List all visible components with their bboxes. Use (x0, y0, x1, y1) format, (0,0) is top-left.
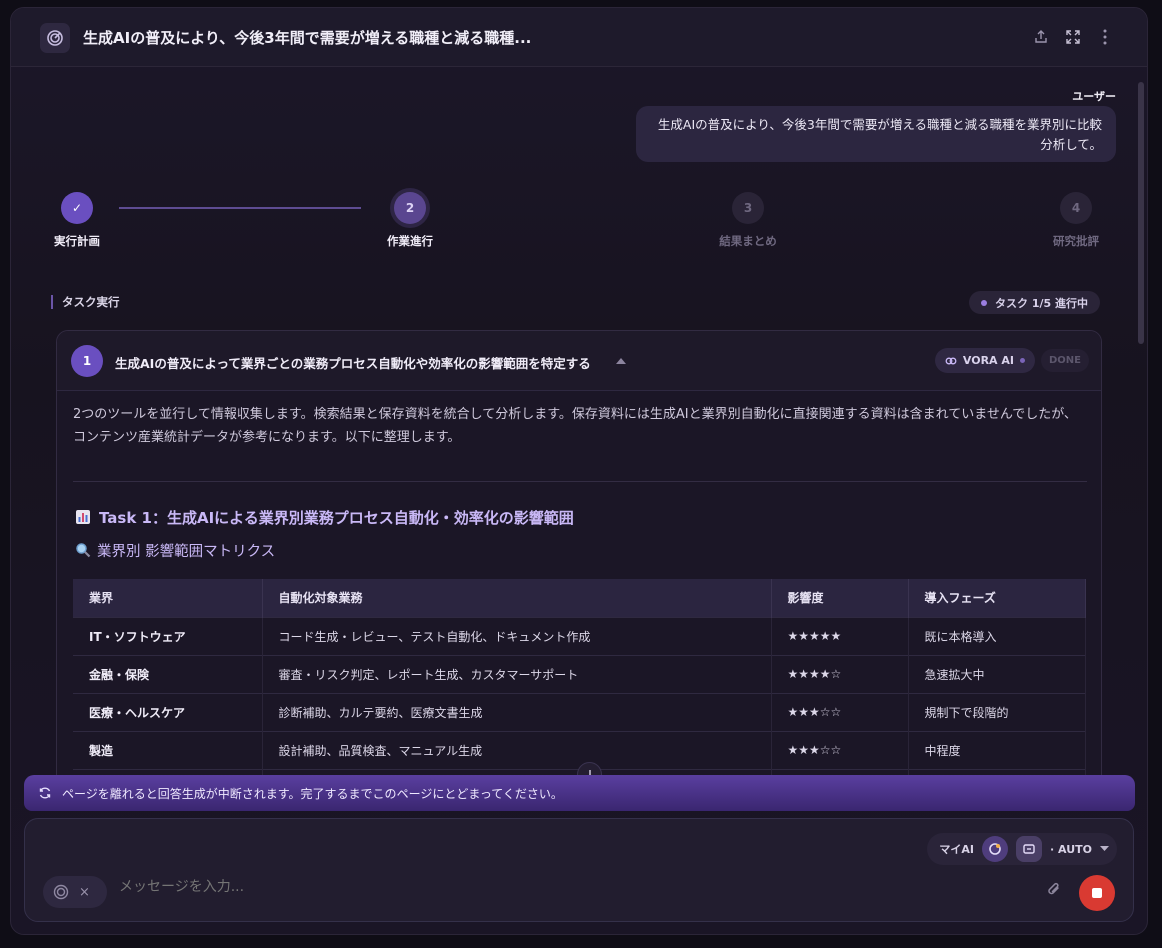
column-header: 導入フェーズ (908, 579, 1086, 617)
message-composer: マイAI · AUTO × (24, 818, 1134, 922)
collapse-caret-icon[interactable] (616, 358, 626, 364)
table-row: 金融・保険 審査・リスク判定、レポート生成、カスタマーサポート ★★★★☆ 急速… (73, 654, 1086, 693)
task-subheading-text: 業界別 影響範囲マトリクス (97, 544, 276, 560)
agent-label: VORA AI (962, 354, 1014, 367)
task-description: 2つのツールを並行して情報収集します。検索結果と保存資料を統合して分析します。保… (73, 407, 1077, 445)
header-bar: 生成AIの普及により、今後3年間で需要が増える職種と減る職種... (11, 8, 1147, 67)
column-header: 自動化対象業務 (262, 579, 772, 617)
chat-title: 生成AIの普及により、今後3年間で需要が増える職種と減る職種... (83, 29, 532, 47)
attached-agent-chip[interactable]: × (43, 876, 107, 908)
attach-file-icon[interactable] (1045, 881, 1063, 903)
step-label: 実行計画 (54, 234, 100, 248)
more-menu-icon[interactable] (1094, 26, 1116, 48)
step-number: 2 (394, 192, 426, 224)
mode-icon (1016, 836, 1043, 862)
agent-pill: VORA AI (934, 348, 1035, 373)
step-number: 3 (732, 192, 764, 224)
mode-label: · AUTO (1050, 842, 1092, 856)
fullscreen-icon[interactable] (1062, 26, 1084, 48)
rating-stars: ★★★★★ (771, 616, 909, 655)
table-cell: 急速拡大中 (908, 654, 1086, 693)
rating-stars: ★★★☆☆ (771, 692, 909, 731)
section-label: タスク実行 (51, 295, 120, 309)
link-icon (945, 357, 957, 364)
warning-text: ページを離れると回答生成が中断されます。完了するまでこのページにとどまってくださ… (62, 786, 563, 801)
task-card: 1 生成AIの普及によって業界ごとの業務プロセス自動化や効率化の影響範囲を特定す… (56, 330, 1102, 790)
task-heading-text: Task 1：生成AIによる業界別業務プロセス自動化・効率化の影響範囲 (99, 509, 574, 527)
divider (73, 481, 1087, 482)
table-cell: 既に本格導入 (908, 616, 1086, 655)
done-badge: DONE (1040, 349, 1089, 372)
stop-generation-button[interactable] (1079, 875, 1115, 911)
task-header[interactable]: 1 生成AIの普及によって業界ごとの業務プロセス自動化や効率化の影響範囲を特定す… (57, 331, 1101, 391)
step-label: 作業進行 (387, 234, 433, 248)
status-dot-icon (981, 299, 988, 306)
app-logo-icon (40, 23, 70, 53)
task-progress-badge: タスク 1/5 進行中 (969, 291, 1100, 314)
task-heading: Task 1：生成AIによる業界別業務プロセス自動化・効率化の影響範囲 (75, 507, 574, 528)
step-progress: 2 作業進行 (365, 192, 455, 249)
scrollbar[interactable] (1138, 82, 1144, 344)
stop-icon (1092, 888, 1102, 898)
rating-stars: ★★★★☆ (771, 654, 909, 693)
column-header: 影響度 (771, 579, 909, 617)
table-cell: 金融・保険 (73, 654, 263, 693)
column-header: 業界 (73, 579, 263, 617)
table-cell: コード生成・レビュー、テスト自動化、ドキュメント作成 (262, 616, 772, 655)
table-row: 製造 設計補助、品質検査、マニュアル生成 ★★★☆☆ 中程度 (73, 730, 1086, 769)
user-label: ユーザー (1072, 90, 1116, 103)
table-cell: 規制下で段階的 (908, 692, 1086, 731)
ai-avatar-icon (982, 836, 1009, 862)
table-cell: 中程度 (908, 730, 1086, 769)
chevron-down-icon (1100, 846, 1109, 851)
rating-stars: ★★★☆☆ (771, 730, 909, 769)
check-icon: ✓ (61, 192, 93, 224)
agent-status-dot (1020, 358, 1025, 363)
table-cell: 診断補助、カルテ要約、医療文書生成 (262, 692, 772, 731)
step-label: 結果まとめ (719, 234, 777, 248)
close-icon[interactable]: × (79, 885, 90, 900)
model-selector[interactable]: マイAI · AUTO (927, 833, 1117, 865)
magnifier-icon (76, 543, 91, 558)
task-progress-text: タスク 1/5 進行中 (995, 296, 1088, 310)
step-summary: 3 結果まとめ (703, 192, 793, 249)
table-cell: 医療・ヘルスケア (73, 692, 263, 731)
task-title: 生成AIの普及によって業界ごとの業務プロセス自動化や効率化の影響範囲を特定する (115, 356, 591, 371)
table-cell: IT・ソフトウェア (73, 616, 263, 655)
agent-logo-icon (53, 884, 69, 900)
user-message: 生成AIの普及により、今後3年間で需要が増える職種と減る職種を業界別に比較 分析… (636, 106, 1116, 162)
task-number: 1 (71, 345, 103, 377)
table-row: 医療・ヘルスケア 診断補助、カルテ要約、医療文書生成 ★★★☆☆ 規制下で段階的 (73, 692, 1086, 731)
user-message-line: 生成AIの普及により、今後3年間で需要が増える職種と減る職種を業界別に比較 (657, 117, 1102, 132)
share-icon[interactable] (1030, 26, 1052, 48)
user-message-line: 分析して。 (1040, 137, 1102, 152)
step-plan: ✓ 実行計画 (32, 192, 122, 249)
generation-warning-bar: ページを離れると回答生成が中断されます。完了するまでこのページにとどまってくださ… (24, 775, 1135, 811)
message-input[interactable] (119, 879, 999, 895)
bar-chart-icon (76, 510, 90, 524)
step-critique: 4 研究批評 (1031, 192, 1121, 249)
table-row: IT・ソフトウェア コード生成・レビュー、テスト自動化、ドキュメント作成 ★★★… (73, 616, 1086, 655)
step-label: 研究批評 (1053, 234, 1099, 248)
impact-matrix-table: 業界 自動化対象業務 影響度 導入フェーズ IT・ソフトウェア コード生成・レビ… (73, 579, 1086, 789)
table-cell: 設計補助、品質検査、マニュアル生成 (262, 730, 772, 769)
task-subheading: 業界別 影響範囲マトリクス (75, 540, 275, 561)
step-progress-line (119, 207, 361, 209)
table-header-row: 業界 自動化対象業務 影響度 導入フェーズ (73, 579, 1086, 617)
refresh-icon (39, 787, 51, 799)
model-label: マイAI (939, 843, 975, 856)
step-number: 4 (1060, 192, 1092, 224)
table-cell: 審査・リスク判定、レポート生成、カスタマーサポート (262, 654, 772, 693)
table-cell: 製造 (73, 730, 263, 769)
